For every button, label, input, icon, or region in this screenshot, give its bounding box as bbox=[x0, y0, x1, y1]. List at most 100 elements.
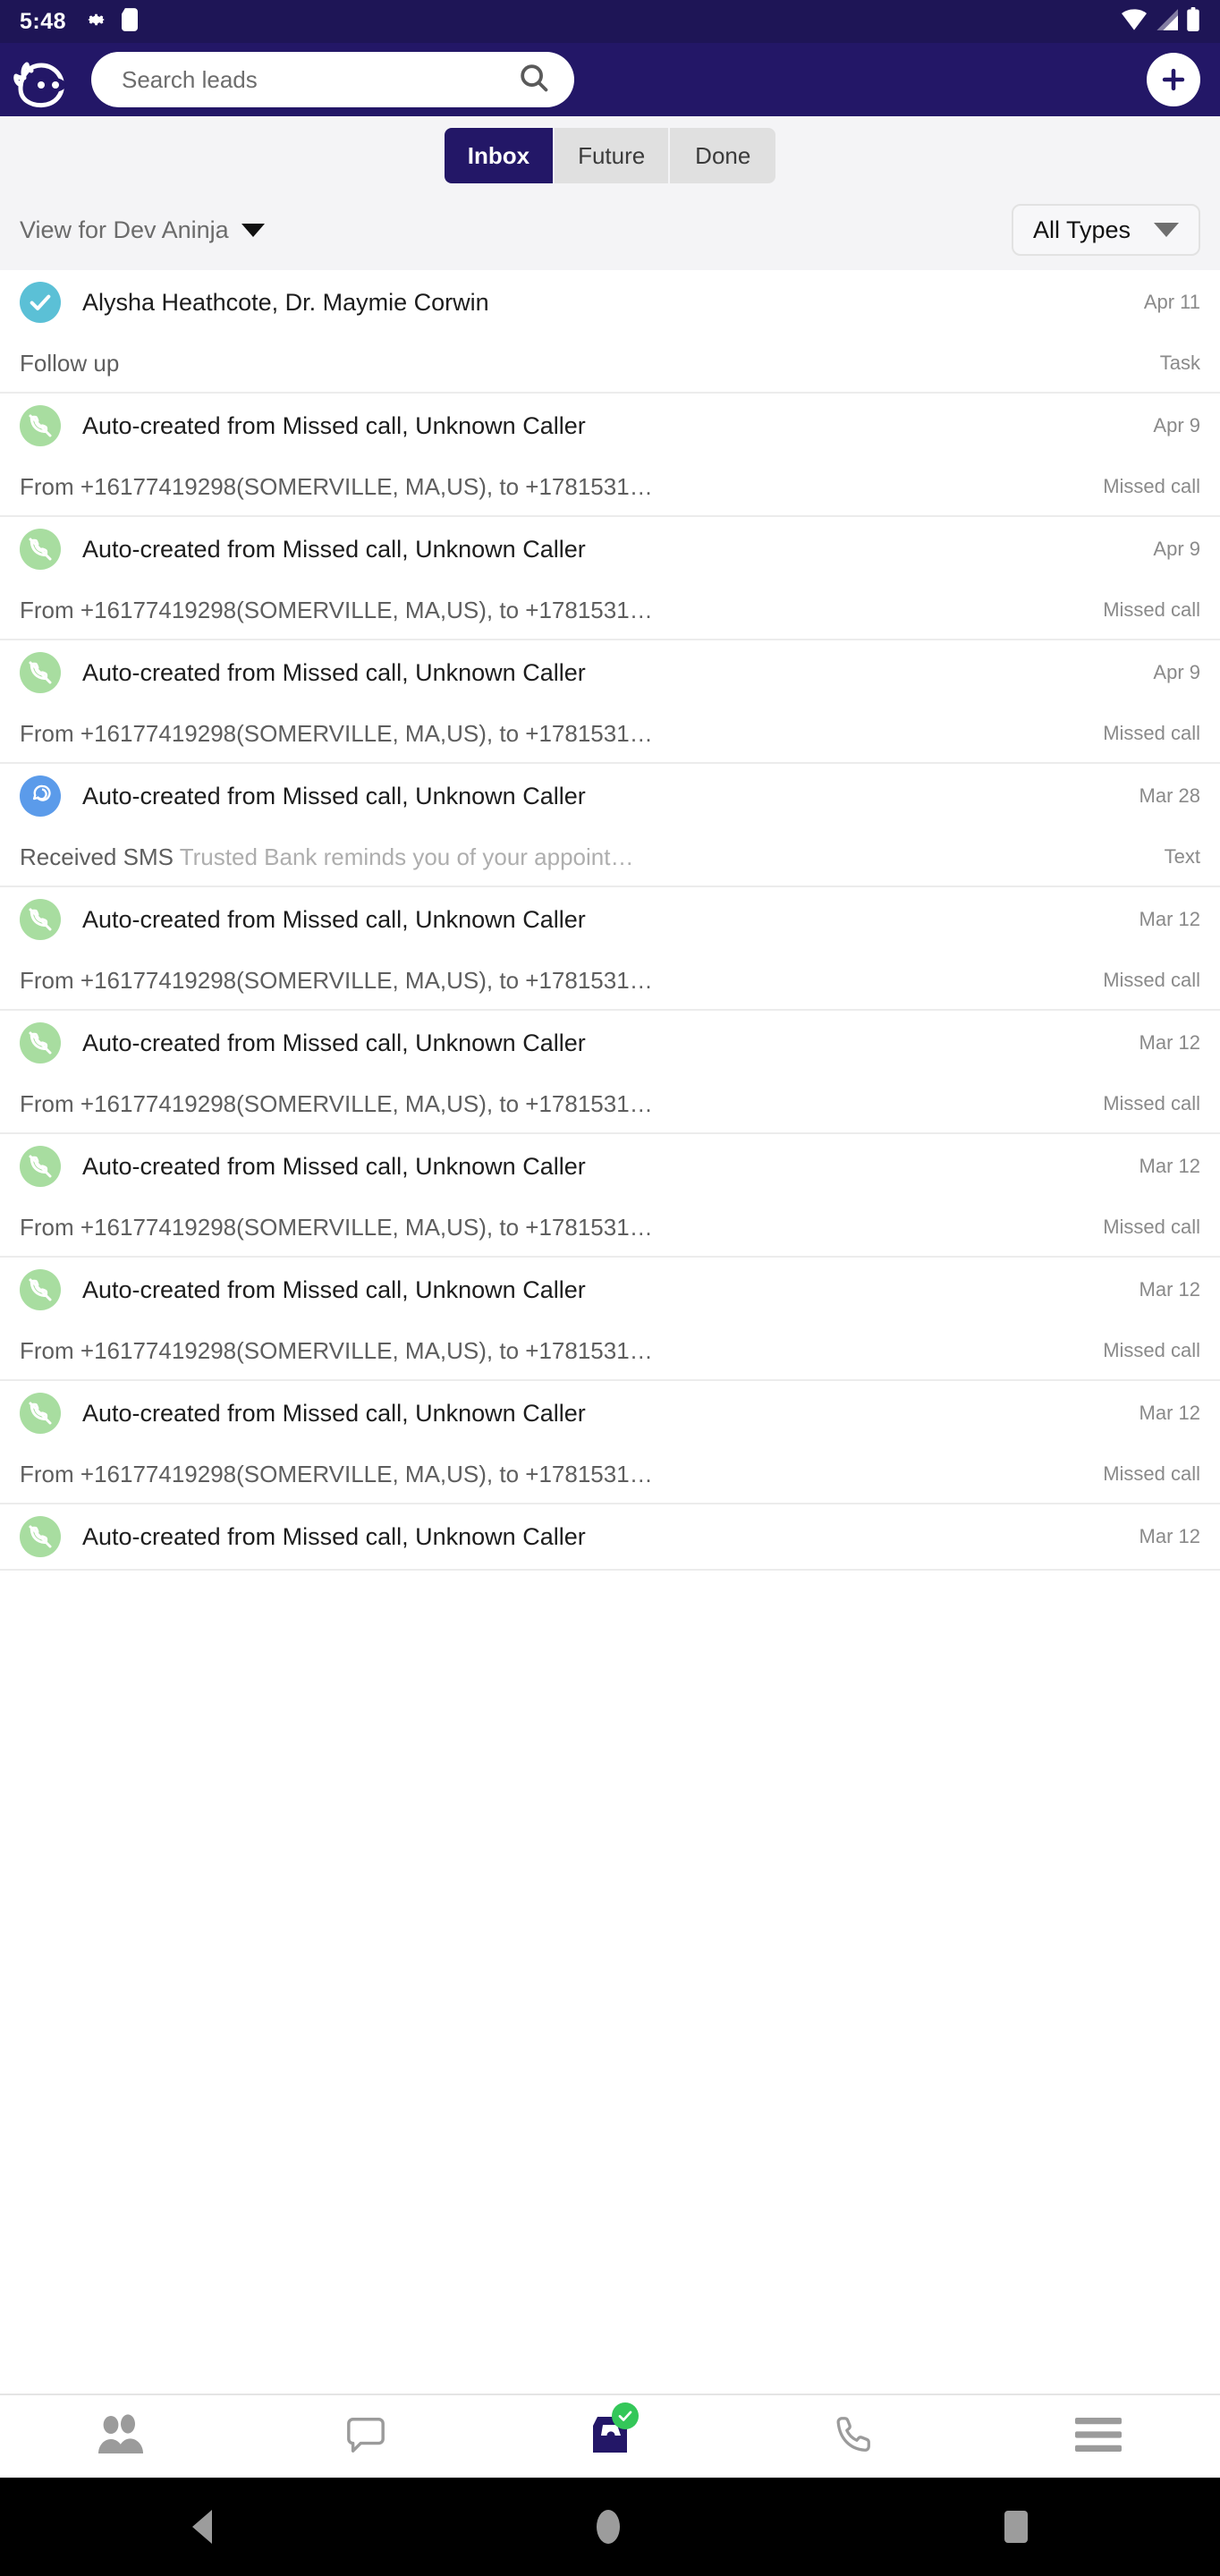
list-item-header: Auto-created from Missed call, Unknown C… bbox=[20, 1381, 1200, 1445]
add-lead-button[interactable] bbox=[1147, 53, 1200, 106]
list-item-subtitle: From +16177419298(SOMERVILLE, MA,US), to… bbox=[20, 1337, 1078, 1365]
home-icon[interactable] bbox=[597, 2510, 620, 2544]
list-item-subtitle-primary: Received SMS bbox=[20, 843, 174, 870]
chevron-down-icon bbox=[1154, 223, 1179, 237]
tab-inbox-label: Inbox bbox=[467, 141, 530, 169]
view-for-dropdown[interactable]: View for Dev Aninja bbox=[20, 216, 265, 244]
tab-done[interactable]: Done bbox=[668, 128, 776, 183]
tab-future-label: Future bbox=[578, 141, 646, 169]
list-item-date: Mar 28 bbox=[1139, 784, 1200, 807]
hamburger-menu-icon bbox=[1074, 2417, 1122, 2456]
view-for-label: View for Dev Aninja bbox=[20, 216, 229, 243]
filter-bar: View for Dev Aninja All Types bbox=[0, 190, 1220, 270]
wifi-icon bbox=[1122, 8, 1147, 35]
list-item-type-badge: Missed call bbox=[1103, 1092, 1200, 1114]
app-header: Search leads bbox=[0, 43, 1220, 116]
list-item-subtitle-primary: From +16177419298(SOMERVILLE, MA,US), to… bbox=[20, 1213, 653, 1241]
tab-future[interactable]: Future bbox=[553, 128, 669, 183]
list-item[interactable]: Auto-created from Missed call, Unknown C… bbox=[0, 764, 1220, 887]
sd-card-icon bbox=[122, 7, 139, 36]
list-item-subrow: From +16177419298(SOMERVILLE, MA,US), to… bbox=[20, 1199, 1200, 1256]
types-filter-dropdown[interactable]: All Types bbox=[1011, 204, 1200, 256]
chevron-down-icon bbox=[241, 223, 265, 237]
list-item-type-badge: Task bbox=[1159, 352, 1200, 374]
list-item-date: Mar 12 bbox=[1139, 1031, 1200, 1054]
android-navigation-bar bbox=[0, 2478, 1220, 2576]
list-item-subrow: From +16177419298(SOMERVILLE, MA,US), to… bbox=[20, 1075, 1200, 1132]
list-item-subtitle: From +16177419298(SOMERVILLE, MA,US), to… bbox=[20, 1214, 1078, 1241]
inbox-check-badge bbox=[611, 2402, 639, 2429]
missed-call-icon bbox=[20, 652, 61, 693]
status-bar-right-icons bbox=[1122, 7, 1200, 36]
list-item[interactable]: Auto-created from Missed call, Unknown C… bbox=[0, 1011, 1220, 1134]
nav-contacts[interactable] bbox=[68, 2395, 175, 2478]
list-item-subtitle: From +16177419298(SOMERVILLE, MA,US), to… bbox=[20, 1461, 1078, 1488]
missed-call-icon bbox=[20, 1269, 61, 1310]
tab-bar: Inbox Future Done bbox=[0, 116, 1220, 190]
list-item-header: Auto-created from Missed call, Unknown C… bbox=[20, 1504, 1200, 1569]
nav-menu[interactable] bbox=[1045, 2395, 1152, 2478]
list-item[interactable]: Auto-created from Missed call, Unknown C… bbox=[0, 517, 1220, 640]
list-item-subrow: From +16177419298(SOMERVILLE, MA,US), to… bbox=[20, 458, 1200, 515]
list-item-subrow: From +16177419298(SOMERVILLE, MA,US), to… bbox=[20, 581, 1200, 639]
list-item-date: Mar 12 bbox=[1139, 1155, 1200, 1177]
list-item-type-badge: Missed call bbox=[1103, 598, 1200, 621]
back-icon[interactable] bbox=[192, 2510, 212, 2544]
list-item-type-badge: Text bbox=[1164, 845, 1200, 868]
list-item-type-badge: Missed call bbox=[1103, 1462, 1200, 1485]
lead-list[interactable]: Alysha Heathcote, Dr. Maymie Corwin Apr 1… bbox=[0, 270, 1220, 2394]
list-item-subrow: From +16177419298(SOMERVILLE, MA,US), to… bbox=[20, 705, 1200, 762]
list-item[interactable]: Auto-created from Missed call, Unknown C… bbox=[0, 640, 1220, 764]
missed-call-icon bbox=[20, 1146, 61, 1187]
list-item[interactable]: Auto-created from Missed call, Unknown C… bbox=[0, 1134, 1220, 1258]
status-bar-left-icons bbox=[84, 7, 139, 36]
list-item-subtitle-primary: From +16177419298(SOMERVILLE, MA,US), to… bbox=[20, 596, 653, 623]
list-item-header: Auto-created from Missed call, Unknown C… bbox=[20, 887, 1200, 952]
list-item-subrow: Follow up Task bbox=[20, 335, 1200, 392]
list-item-date: Apr 9 bbox=[1153, 661, 1200, 683]
nav-messages[interactable] bbox=[312, 2395, 419, 2478]
list-item[interactable]: Auto-created from Missed call, Unknown C… bbox=[0, 394, 1220, 517]
nav-inbox[interactable] bbox=[556, 2395, 664, 2478]
list-item-title: Alysha Heathcote, Dr. Maymie Corwin bbox=[82, 288, 489, 316]
list-item-title: Auto-created from Missed call, Unknown C… bbox=[82, 411, 586, 439]
contacts-icon bbox=[97, 2413, 147, 2460]
list-item-title: Auto-created from Missed call, Unknown C… bbox=[82, 1522, 586, 1550]
list-item-header: Auto-created from Missed call, Unknown C… bbox=[20, 1258, 1200, 1322]
search-icon[interactable] bbox=[517, 61, 551, 99]
list-item[interactable]: Alysha Heathcote, Dr. Maymie Corwin Apr 1… bbox=[0, 270, 1220, 394]
list-item-header: Auto-created from Missed call, Unknown C… bbox=[20, 1134, 1200, 1199]
list-item-title: Auto-created from Missed call, Unknown C… bbox=[82, 905, 586, 933]
list-item-type-badge: Missed call bbox=[1103, 722, 1200, 744]
list-item-subtitle-primary: From +16177419298(SOMERVILLE, MA,US), to… bbox=[20, 1460, 653, 1487]
list-item-subtitle: Received SMS Trusted Bank reminds you of… bbox=[20, 843, 1140, 871]
list-item-subrow: From +16177419298(SOMERVILLE, MA,US), to… bbox=[20, 952, 1200, 1009]
list-item-header: Auto-created from Missed call, Unknown C… bbox=[20, 1011, 1200, 1075]
list-item[interactable]: Auto-created from Missed call, Unknown C… bbox=[0, 1258, 1220, 1381]
list-item-header: Auto-created from Missed call, Unknown C… bbox=[20, 640, 1200, 705]
search-input[interactable]: Search leads bbox=[122, 66, 508, 94]
check-circle-icon bbox=[20, 282, 61, 323]
nav-calls[interactable] bbox=[801, 2395, 908, 2478]
types-filter-label: All Types bbox=[1032, 216, 1131, 243]
list-item[interactable]: Auto-created from Missed call, Unknown C… bbox=[0, 887, 1220, 1011]
list-item-title: Auto-created from Missed call, Unknown C… bbox=[82, 658, 586, 686]
tab-inbox[interactable]: Inbox bbox=[444, 128, 554, 183]
list-item[interactable]: Auto-created from Missed call, Unknown C… bbox=[0, 1381, 1220, 1504]
search-bar[interactable]: Search leads bbox=[91, 52, 574, 107]
recents-icon[interactable] bbox=[1004, 2511, 1028, 2543]
list-item-date: Mar 12 bbox=[1139, 908, 1200, 930]
list-item-title: Auto-created from Missed call, Unknown C… bbox=[82, 1399, 586, 1427]
missed-call-icon bbox=[20, 1393, 61, 1434]
list-item[interactable]: Auto-created from Missed call, Unknown C… bbox=[0, 1504, 1220, 1571]
status-bar: 5:48 bbox=[0, 0, 1220, 43]
list-item-subtitle: From +16177419298(SOMERVILLE, MA,US), to… bbox=[20, 967, 1078, 995]
list-item-date: Mar 12 bbox=[1139, 1525, 1200, 1547]
missed-call-icon bbox=[20, 899, 61, 940]
ninja-logo[interactable] bbox=[9, 50, 75, 109]
battery-icon bbox=[1186, 7, 1200, 36]
list-item-subtitle-primary: From +16177419298(SOMERVILLE, MA,US), to… bbox=[20, 1089, 653, 1117]
list-item-type-badge: Missed call bbox=[1103, 475, 1200, 497]
list-item-header: Auto-created from Missed call, Unknown C… bbox=[20, 517, 1200, 581]
list-item-header: Alysha Heathcote, Dr. Maymie Corwin Apr 1… bbox=[20, 270, 1200, 335]
